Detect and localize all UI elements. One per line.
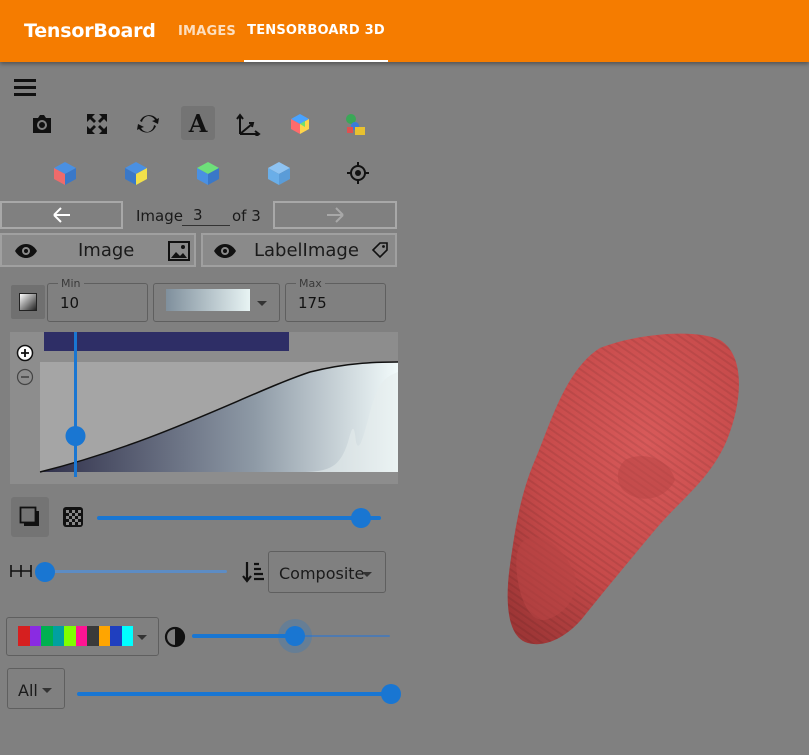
- navigator-prefix: Image: [136, 207, 183, 225]
- arrow-right-icon: [327, 207, 344, 223]
- transfer-band: [44, 332, 289, 351]
- eye-icon[interactable]: [213, 243, 237, 259]
- label-palette-swatch: [18, 626, 133, 646]
- tab-tensorboard-3d[interactable]: TENSORBOARD 3D: [244, 0, 388, 62]
- contrast-icon: [164, 626, 186, 648]
- multi-color-cube-icon[interactable]: [286, 110, 314, 138]
- max-field[interactable]: Max 175: [285, 277, 386, 322]
- colormap-select[interactable]: [153, 283, 280, 322]
- palette-color-3: [52, 626, 64, 646]
- blend-mode-value: Composite: [279, 564, 365, 583]
- axes-icon[interactable]: [234, 110, 262, 138]
- blend-mode-select[interactable]: Composite: [268, 551, 386, 593]
- palette-color-8: [110, 626, 122, 646]
- top-app-bar: TensorBoard IMAGES TENSORBOARD 3D: [0, 0, 809, 62]
- layer-tab-labelimage[interactable]: LabelImage: [201, 233, 397, 267]
- text-annotation-icon[interactable]: A: [181, 106, 215, 140]
- palette-color-9: [121, 626, 133, 646]
- zoom-out-icon[interactable]: [16, 368, 34, 386]
- next-image-button[interactable]: [273, 201, 397, 229]
- grayscale-toggle-button[interactable]: [11, 285, 45, 319]
- chevron-down-icon: [137, 635, 147, 640]
- palette-color-1: [29, 626, 41, 646]
- navigator-suffix: of 3: [232, 207, 261, 225]
- label-colormap-select[interactable]: [6, 617, 159, 656]
- palette-color-6: [87, 626, 99, 646]
- palette-color-4: [64, 626, 76, 646]
- label-filter-value: All: [18, 681, 38, 700]
- label-opacity-slider-track[interactable]: [192, 634, 295, 638]
- fullscreen-icon[interactable]: [83, 110, 111, 138]
- image-index-input[interactable]: 3: [182, 204, 230, 226]
- label-slider-track[interactable]: [77, 692, 391, 696]
- camera-icon[interactable]: [28, 110, 56, 138]
- chevron-down-icon: [362, 572, 372, 577]
- cube-red-face-icon[interactable]: [51, 159, 79, 187]
- shadow-toggle-button[interactable]: [11, 497, 49, 537]
- cube-green-face-icon[interactable]: [194, 159, 222, 187]
- shadow-icon: [19, 506, 39, 526]
- min-value: 10: [60, 294, 80, 312]
- transfer-cursor-line: [74, 332, 77, 477]
- tab-images[interactable]: IMAGES: [172, 0, 242, 62]
- gradient-opacity-slider-thumb[interactable]: [34, 562, 55, 582]
- layer-tab-image[interactable]: Image: [0, 233, 196, 267]
- tag-icon: [371, 242, 388, 259]
- image-icon: [168, 241, 190, 261]
- palette-color-2: [41, 626, 53, 646]
- image-index-value: 3: [193, 206, 203, 224]
- opacity-slider-track[interactable]: [97, 516, 381, 520]
- sort-order-icon[interactable]: [241, 560, 265, 584]
- eye-icon[interactable]: [14, 243, 38, 259]
- transfer-control-point[interactable]: [65, 426, 86, 446]
- min-label: Min: [58, 277, 84, 290]
- palette-color-5: [75, 626, 87, 646]
- chevron-down-icon: [257, 301, 267, 306]
- chevron-down-icon: [42, 688, 52, 693]
- cube-plain-icon[interactable]: [265, 159, 293, 187]
- zoom-in-icon[interactable]: [16, 344, 34, 362]
- cube-yellow-face-icon[interactable]: [122, 159, 150, 187]
- min-field[interactable]: Min 10: [47, 277, 148, 322]
- gradient-opacity-slider-track[interactable]: [43, 570, 227, 573]
- label-slider-thumb[interactable]: [381, 684, 401, 704]
- target-icon[interactable]: [344, 159, 372, 187]
- layer-image-label: Image: [78, 240, 135, 261]
- transfer-function-editor[interactable]: [10, 332, 399, 484]
- gradient-opacity-icon: [10, 565, 32, 577]
- previous-image-button[interactable]: [0, 201, 123, 229]
- volume-rendering[interactable]: [505, 330, 745, 650]
- opacity-slider-thumb[interactable]: [351, 508, 372, 528]
- max-value: 175: [298, 294, 327, 312]
- gradient-square-icon: [19, 293, 37, 311]
- reset-view-icon[interactable]: [134, 110, 162, 138]
- label-filter-select[interactable]: All: [7, 668, 65, 709]
- menu-icon[interactable]: [12, 76, 38, 98]
- colormap-icon[interactable]: [341, 110, 369, 138]
- arrow-left-icon: [52, 207, 70, 223]
- label-opacity-slider-thumb[interactable]: [284, 626, 305, 646]
- colormap-swatch: [166, 289, 250, 311]
- brand-title: TensorBoard: [24, 20, 156, 42]
- palette-color-0: [18, 626, 30, 646]
- max-label: Max: [296, 277, 325, 290]
- layer-labelimage-label: LabelImage: [254, 240, 359, 261]
- opacity-icon: [60, 504, 86, 530]
- palette-color-7: [98, 626, 110, 646]
